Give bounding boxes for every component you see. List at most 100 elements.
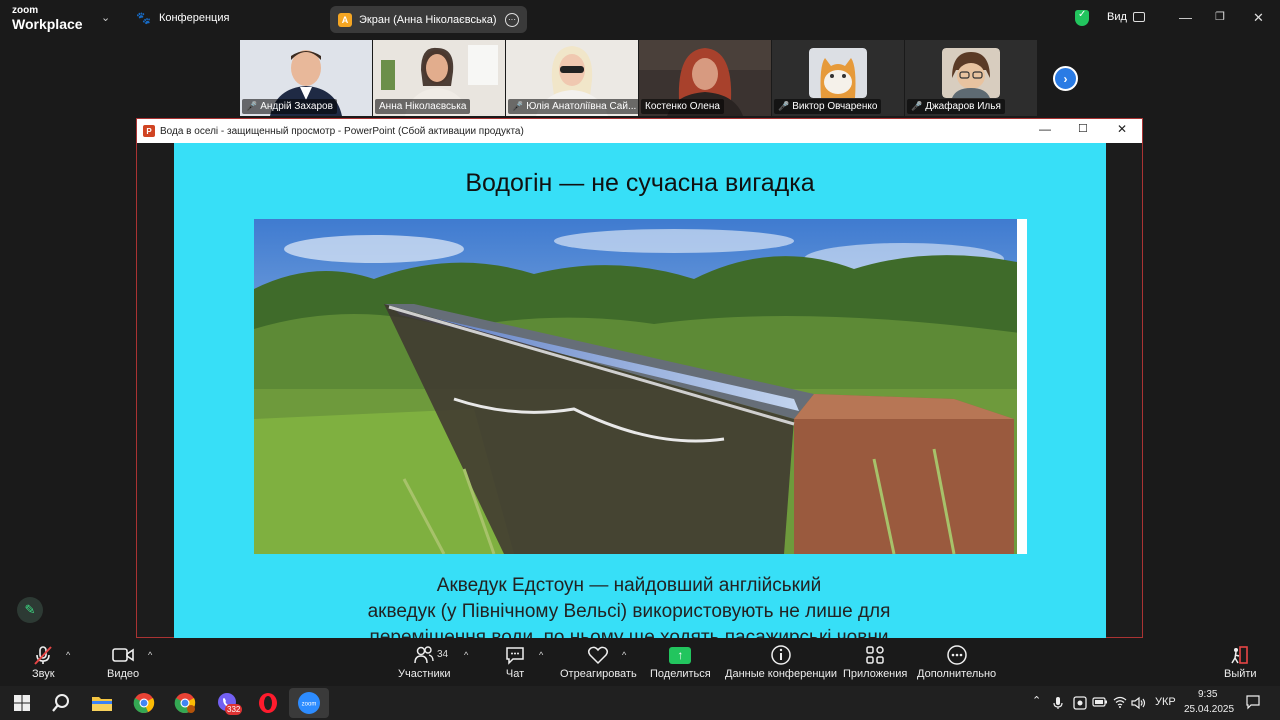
chrome-icon[interactable] bbox=[132, 691, 156, 715]
chevron-down-icon[interactable]: ⌄ bbox=[101, 11, 110, 24]
powerpoint-window: P Вода в оселі - защищенный просмотр - P… bbox=[136, 118, 1143, 638]
brand-line1: zoom bbox=[12, 5, 39, 16]
sharer-avatar: A bbox=[338, 12, 352, 27]
leave-button[interactable]: Выйти bbox=[1224, 642, 1257, 680]
participant-tile[interactable]: Анна Ніколаєвська bbox=[373, 40, 505, 116]
paw-icon: 🐾 bbox=[136, 11, 151, 25]
tray-app-icon[interactable] bbox=[1073, 696, 1087, 713]
tray-mic-icon[interactable] bbox=[1053, 696, 1063, 713]
ppt-minimize-icon[interactable]: — bbox=[1039, 122, 1051, 136]
chrome-profile-icon[interactable] bbox=[173, 691, 197, 715]
windows-taskbar: 332 zoom ⌃ УКР 9:35 25.04.2025 bbox=[0, 686, 1280, 720]
audio-options-caret-icon[interactable]: ^ bbox=[66, 650, 70, 660]
participant-tile-active-speaker[interactable]: Костенко Олена bbox=[639, 40, 771, 116]
meeting-menu[interactable]: 🐾 Конференция bbox=[136, 11, 229, 25]
brand-line2: Workplace bbox=[12, 16, 83, 32]
share-button[interactable]: ↑ Поделиться bbox=[650, 642, 711, 680]
leave-label: Выйти bbox=[1224, 668, 1257, 680]
share-label: Поделиться bbox=[650, 668, 711, 680]
participants-button[interactable]: Участники bbox=[398, 642, 451, 680]
view-button[interactable]: Вид bbox=[1107, 11, 1145, 23]
clock-date[interactable]: 25.04.2025 bbox=[1184, 704, 1234, 715]
audio-button[interactable]: Звук bbox=[32, 642, 55, 680]
file-explorer-icon[interactable] bbox=[90, 691, 114, 715]
slide: Водогін — не сучасна вигадка Акведук Едс… bbox=[174, 143, 1106, 638]
cartoon-avatar-icon bbox=[942, 48, 1000, 98]
chat-label: Чат bbox=[505, 668, 525, 680]
participants-label: Участники bbox=[398, 668, 451, 680]
annotate-pen-icon[interactable]: ✎ bbox=[17, 597, 43, 623]
next-page-chevron-icon[interactable]: › bbox=[1053, 66, 1078, 91]
mic-muted-icon: 🎤 bbox=[911, 101, 923, 111]
zoom-taskbar-icon[interactable]: zoom bbox=[289, 688, 329, 718]
aqueduct-photo bbox=[254, 219, 1027, 554]
chat-button[interactable]: Чат bbox=[504, 642, 526, 680]
wifi-icon[interactable] bbox=[1113, 696, 1127, 711]
apps-button[interactable]: Приложения bbox=[843, 642, 907, 680]
chat-options-caret-icon[interactable]: ^ bbox=[539, 650, 543, 660]
cat-avatar-icon bbox=[809, 48, 867, 98]
participant-tile[interactable]: 🎤 Виктор Овчаренко bbox=[772, 40, 904, 116]
heart-icon bbox=[587, 642, 609, 668]
mic-muted-icon: 🎤 bbox=[778, 101, 790, 111]
battery-icon[interactable] bbox=[1092, 696, 1108, 711]
participant-name-tag: Костенко Олена bbox=[641, 99, 724, 114]
screen-share-pill[interactable]: A Экран (Анна Ніколаєвська) ··· bbox=[330, 6, 527, 33]
windows-start-icon[interactable] bbox=[10, 691, 34, 715]
react-button[interactable]: Отреагировать bbox=[560, 642, 637, 680]
meeting-label: Конференция bbox=[158, 12, 230, 24]
video-label: Видео bbox=[107, 668, 140, 680]
ppt-maximize-icon[interactable]: ☐ bbox=[1078, 122, 1088, 135]
input-language[interactable]: УКР bbox=[1155, 696, 1176, 708]
meeting-toolbar: Звук ^ Видео ^ Участники 34 ^ Чат ^ Отре… bbox=[0, 638, 1280, 686]
meeting-info-button[interactable]: Данные конференции bbox=[725, 642, 837, 680]
info-icon bbox=[770, 642, 792, 668]
participant-strip: 🎤 Андрій Захаров Анна Ніколаєвська 🎤 Юлі… bbox=[240, 40, 1040, 116]
svg-text:zoom: zoom bbox=[302, 702, 317, 708]
participant-tile[interactable]: 🎤 Юлія Анатоліївна Сай... bbox=[506, 40, 638, 116]
participants-options-caret-icon[interactable]: ^ bbox=[464, 650, 468, 660]
participant-name: Виктор Овчаренко bbox=[792, 101, 878, 112]
powerpoint-icon: P bbox=[143, 125, 155, 137]
restore-icon[interactable]: ❐ bbox=[1215, 10, 1225, 23]
more-dots-icon bbox=[946, 642, 968, 668]
participant-tile[interactable]: 🎤 Андрій Захаров bbox=[240, 40, 372, 116]
info-label: Данные конференции bbox=[725, 668, 837, 680]
opera-icon[interactable] bbox=[256, 691, 280, 715]
mic-muted-icon: 🎤 bbox=[246, 101, 258, 111]
react-options-caret-icon[interactable]: ^ bbox=[622, 650, 626, 660]
mic-muted-icon bbox=[32, 642, 54, 668]
participant-name-tag: 🎤 Джафаров Илья bbox=[907, 99, 1005, 114]
more-button[interactable]: Дополнительно bbox=[917, 642, 996, 680]
participant-name: Джафаров Илья bbox=[925, 101, 1001, 112]
caption-line: Акведук Едстоун — найдовший англійський bbox=[436, 575, 822, 596]
apps-label: Приложения bbox=[843, 668, 908, 680]
video-button[interactable]: Видео bbox=[107, 642, 139, 680]
react-label: Отреагировать bbox=[560, 668, 637, 680]
participant-tile[interactable]: 🎤 Джафаров Илья bbox=[905, 40, 1037, 116]
chat-bubble-icon bbox=[504, 642, 526, 668]
slide-title: Водогін — не сучасна вигадка bbox=[465, 169, 815, 197]
video-options-caret-icon[interactable]: ^ bbox=[148, 650, 152, 660]
apps-icon bbox=[864, 642, 886, 668]
top-bar: zoom Workplace ⌄ 🐾 Конференция A Экран (… bbox=[0, 0, 1280, 38]
speaker-icon[interactable] bbox=[1131, 696, 1147, 713]
participant-name: Юлія Анатоліївна Сай... bbox=[526, 101, 637, 112]
notifications-icon[interactable] bbox=[1245, 694, 1261, 713]
caption-line: акведук (у Північному Вельсі) використов… bbox=[367, 601, 891, 622]
zoom-logo: zoom Workplace bbox=[12, 5, 83, 32]
slide-caption: Акведук Едстоун — найдовший англійський … bbox=[234, 573, 1024, 638]
ppt-close-icon[interactable]: ✕ bbox=[1117, 122, 1127, 136]
security-shield-icon[interactable] bbox=[1075, 9, 1089, 26]
participant-name-tag: 🎤 Виктор Овчаренко bbox=[774, 99, 882, 114]
close-icon[interactable]: ✕ bbox=[1253, 10, 1264, 26]
viber-icon[interactable]: 332 bbox=[215, 691, 243, 715]
ppt-window-title: Вода в оселі - защищенный просмотр - Pow… bbox=[160, 125, 524, 137]
tray-overflow-chevron-icon[interactable]: ⌃ bbox=[1032, 694, 1041, 707]
more-options-icon[interactable]: ··· bbox=[505, 12, 519, 27]
participants-icon bbox=[413, 642, 435, 668]
audio-label: Звук bbox=[32, 668, 55, 680]
search-icon[interactable] bbox=[49, 691, 73, 715]
clock-time[interactable]: 9:35 bbox=[1198, 689, 1217, 700]
minimize-icon[interactable]: — bbox=[1179, 10, 1192, 25]
